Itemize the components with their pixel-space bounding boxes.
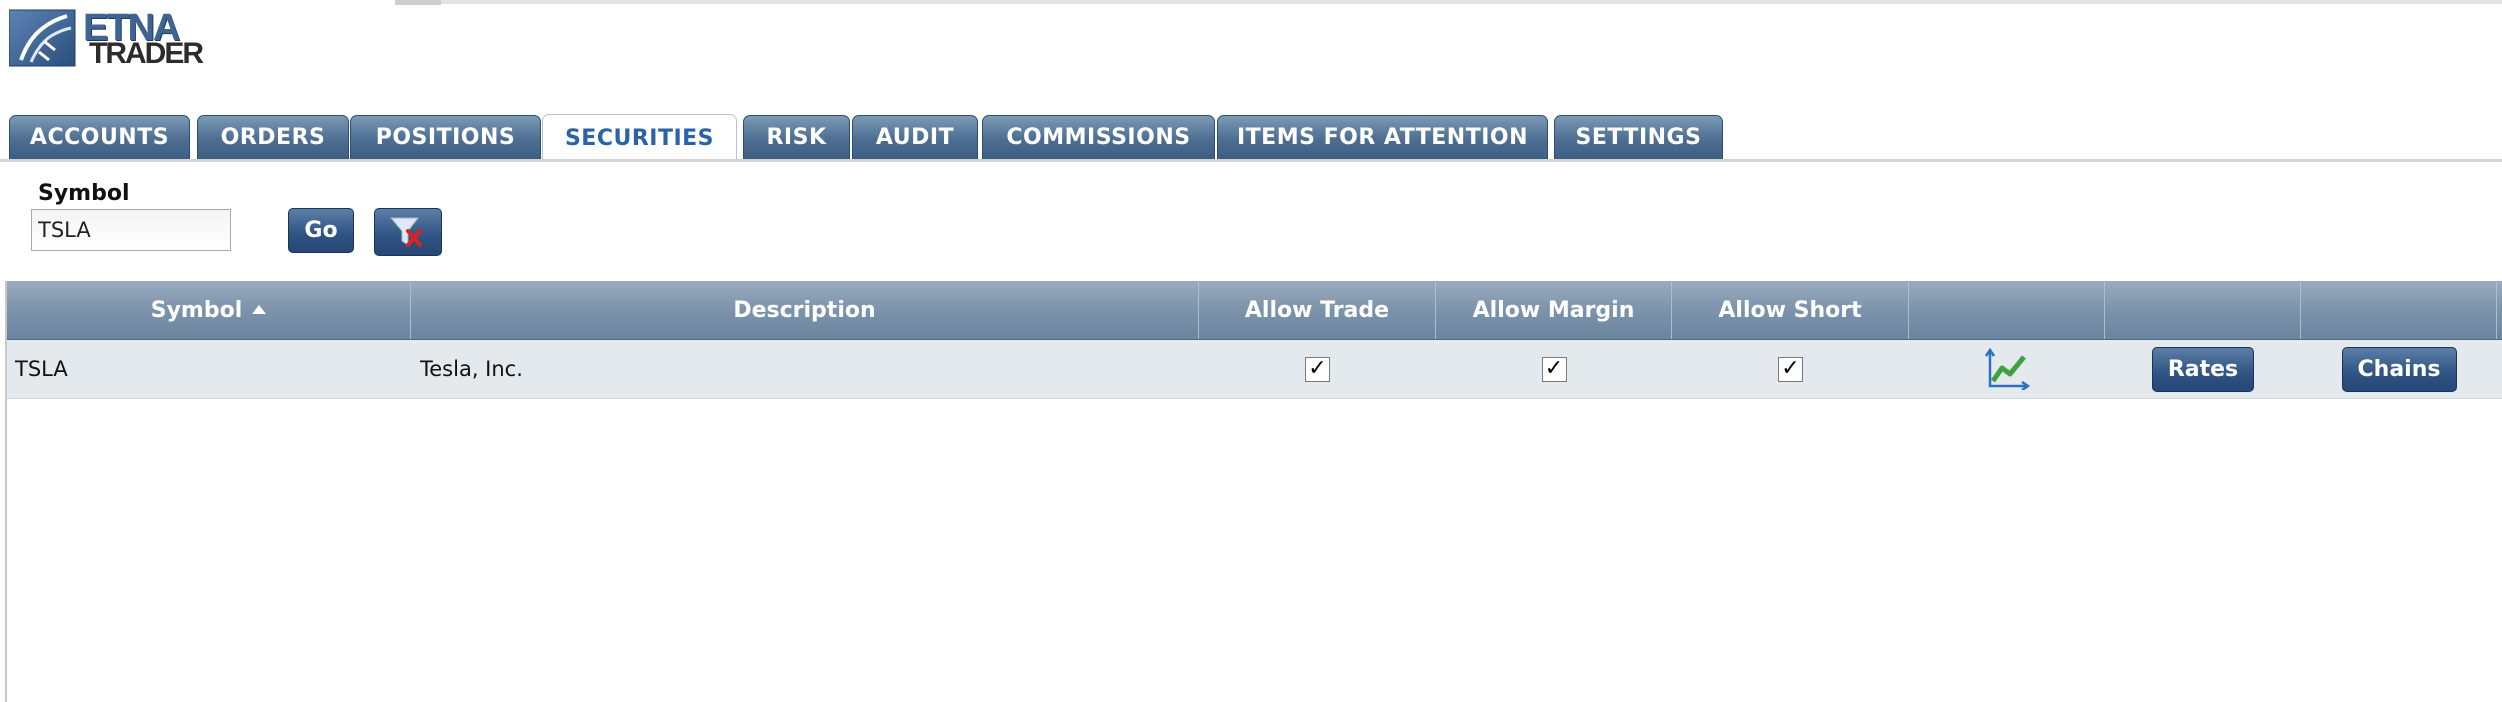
table-row[interactable]: TSLA Tesla, Inc. ✓ ✓ ✓ Rates Chains — [7, 340, 2502, 399]
column-header-chains — [2301, 281, 2497, 339]
tabs-baseline — [0, 159, 2502, 162]
top-border — [395, 0, 2502, 4]
allow-trade-cell: ✓ — [1199, 340, 1436, 398]
tab-risk[interactable]: RISK — [743, 115, 850, 159]
column-header-allow-trade[interactable]: Allow Trade — [1199, 281, 1436, 339]
column-header-allow-short[interactable]: Allow Short — [1672, 281, 1909, 339]
column-header-label: Allow Short — [1718, 297, 1862, 323]
clear-filter-icon — [389, 217, 422, 247]
securities-grid: Symbol Description Allow Trade Allow Mar… — [5, 281, 2502, 702]
column-header-chart — [1909, 281, 2105, 339]
chains-cell: Chains — [2301, 340, 2497, 398]
tab-positions[interactable]: POSITIONS — [350, 115, 541, 159]
allow-margin-cell: ✓ — [1436, 340, 1672, 398]
tab-securities[interactable]: SECURITIES — [542, 114, 737, 162]
rates-cell: Rates — [2105, 340, 2301, 398]
chart-cell — [1909, 340, 2105, 398]
column-header-label: Allow Margin — [1472, 297, 1635, 323]
tab-accounts[interactable]: ACCOUNTS — [9, 115, 190, 159]
symbol-cell: TSLA — [15, 357, 68, 381]
description-cell: Tesla, Inc. — [420, 357, 523, 381]
column-header-rates — [2105, 281, 2301, 339]
allow-trade-checkbox[interactable]: ✓ — [1305, 356, 1330, 382]
allow-margin-checkbox[interactable]: ✓ — [1541, 356, 1567, 382]
logo-text-trader: TRADER — [89, 37, 204, 70]
column-header-label: Symbol — [150, 297, 243, 323]
column-header-label: Allow Trade — [1244, 297, 1390, 323]
tab-commissions[interactable]: COMMISSIONS — [982, 115, 1215, 159]
tab-settings[interactable]: SETTINGS — [1554, 115, 1723, 159]
column-header-allow-margin[interactable]: Allow Margin — [1436, 281, 1672, 339]
go-button[interactable]: Go — [288, 208, 354, 253]
column-header-label: Description — [733, 297, 876, 323]
sort-ascending-icon — [252, 304, 267, 314]
logo-mark-icon — [9, 9, 76, 67]
symbol-filter-input[interactable] — [31, 209, 231, 251]
tab-orders[interactable]: ORDERS — [197, 115, 349, 159]
symbol-filter-label: Symbol — [38, 181, 130, 206]
top-border-mark — [395, 0, 441, 5]
grid-header: Symbol Description Allow Trade Allow Mar… — [7, 281, 2502, 340]
chart-icon[interactable] — [1984, 348, 2030, 390]
tab-audit[interactable]: AUDIT — [852, 115, 978, 159]
chains-button[interactable]: Chains — [2341, 346, 2457, 392]
column-header-description[interactable]: Description — [411, 281, 1199, 339]
tab-items-for-attention[interactable]: ITEMS FOR ATTENTION — [1217, 115, 1548, 159]
etna-trader-logo: ETNA TRADER — [9, 8, 204, 70]
column-header-symbol[interactable]: Symbol — [7, 281, 411, 339]
clear-filter-button[interactable] — [374, 208, 442, 256]
rates-button[interactable]: Rates — [2152, 346, 2254, 392]
allow-short-cell: ✓ — [1672, 340, 1909, 398]
allow-short-checkbox[interactable]: ✓ — [1778, 356, 1803, 382]
